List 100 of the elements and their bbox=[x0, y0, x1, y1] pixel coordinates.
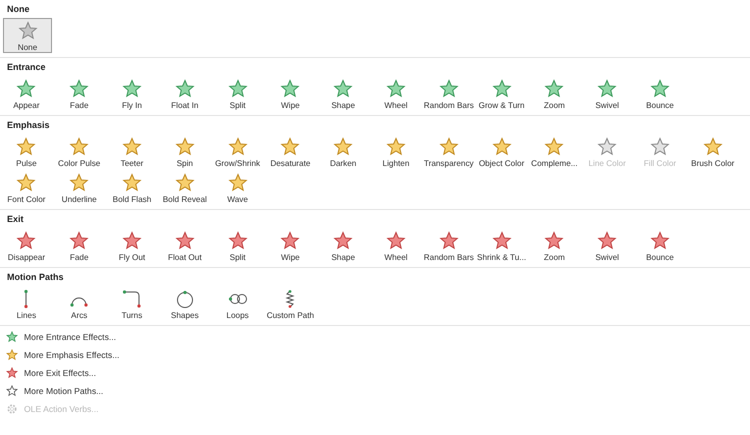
star-icon bbox=[6, 348, 18, 360]
effect-option[interactable]: Custom Path bbox=[264, 286, 317, 321]
star-icon bbox=[280, 137, 300, 157]
effect-option[interactable]: Color Pulse bbox=[52, 134, 106, 169]
effect-option[interactable]: Pulse bbox=[0, 134, 53, 169]
star-icon bbox=[228, 79, 248, 99]
effect-option[interactable]: Underline bbox=[52, 170, 106, 205]
effect-option[interactable]: Loops bbox=[211, 286, 264, 321]
arc-path-icon bbox=[70, 297, 88, 307]
star-icon bbox=[16, 79, 36, 99]
effect-option[interactable]: Zoom bbox=[528, 76, 581, 111]
star-icon bbox=[6, 384, 18, 396]
menu-item[interactable]: More Entrance Effects... bbox=[0, 328, 750, 346]
effect-option[interactable]: Spin bbox=[158, 134, 212, 169]
effect-option[interactable]: Object Color bbox=[475, 134, 528, 169]
effect-option[interactable]: Random Bars bbox=[422, 228, 476, 263]
effect-option[interactable]: Split bbox=[211, 76, 264, 111]
effect-option[interactable]: Fly In bbox=[106, 76, 158, 111]
effect-option[interactable]: Shapes bbox=[158, 286, 212, 321]
effect-option[interactable]: Teeter bbox=[106, 134, 158, 169]
effect-option[interactable]: Appear bbox=[0, 76, 53, 111]
effect-option[interactable]: Transparency bbox=[422, 134, 476, 169]
effect-option[interactable]: Disappear bbox=[0, 228, 53, 263]
star-icon bbox=[544, 137, 564, 157]
effect-option[interactable]: Arcs bbox=[52, 286, 106, 321]
effect-option[interactable]: Wheel bbox=[370, 76, 422, 111]
star-icon bbox=[69, 231, 90, 251]
star-icon bbox=[122, 173, 142, 193]
star-icon bbox=[69, 137, 90, 157]
star-icon bbox=[16, 231, 36, 251]
section-header: Emphasis bbox=[6, 120, 51, 132]
section-header: Motion Paths bbox=[6, 272, 64, 284]
effect-option[interactable]: Fade bbox=[52, 228, 106, 263]
effect-option[interactable]: Shape bbox=[316, 76, 370, 111]
line-path-icon bbox=[24, 289, 28, 309]
effect-option[interactable]: Shrink & Tu... bbox=[475, 228, 528, 263]
star-icon bbox=[650, 79, 670, 99]
section-header: None bbox=[6, 4, 30, 16]
effect-option[interactable]: Bounce bbox=[634, 228, 686, 263]
star-icon bbox=[122, 137, 142, 157]
star-icon bbox=[122, 231, 142, 251]
effect-option[interactable]: Float In bbox=[158, 76, 212, 111]
star-icon bbox=[16, 173, 36, 193]
effect-option[interactable]: Wipe bbox=[264, 76, 317, 111]
section-header: Entrance bbox=[6, 62, 47, 74]
effect-option[interactable]: Font Color bbox=[0, 170, 53, 205]
effect-option[interactable]: Wipe bbox=[264, 228, 317, 263]
star-icon bbox=[69, 79, 90, 99]
star-icon bbox=[650, 137, 670, 157]
circle-path-icon bbox=[174, 289, 195, 309]
effect-option[interactable]: Grow & Turn bbox=[475, 76, 528, 111]
star-icon bbox=[492, 137, 512, 157]
effect-option[interactable]: Brush Color bbox=[686, 134, 740, 169]
effect-option[interactable]: Zoom bbox=[528, 228, 581, 263]
effect-option[interactable]: Float Out bbox=[158, 228, 212, 263]
effect-option[interactable]: Wheel bbox=[370, 228, 422, 263]
menu-item[interactable]: More Emphasis Effects... bbox=[0, 346, 750, 364]
effect-option[interactable]: Turns bbox=[106, 286, 158, 321]
star-icon bbox=[6, 366, 18, 378]
effect-option[interactable]: Lighten bbox=[370, 134, 422, 169]
star-icon bbox=[386, 137, 406, 157]
star-icon bbox=[597, 231, 618, 251]
star-icon bbox=[597, 79, 618, 99]
effect-option[interactable]: Fade bbox=[52, 76, 106, 111]
turn-path-icon bbox=[122, 289, 142, 309]
effect-option[interactable]: Shape bbox=[316, 228, 370, 263]
star-icon bbox=[492, 79, 512, 99]
star-icon bbox=[544, 231, 564, 251]
star-icon bbox=[174, 79, 195, 99]
star-icon bbox=[650, 231, 670, 251]
star-icon bbox=[174, 137, 195, 157]
effect-option[interactable]: Split bbox=[211, 228, 264, 263]
effect-option[interactable]: Bold Reveal bbox=[158, 170, 212, 205]
star-icon bbox=[597, 137, 618, 157]
star-icon bbox=[544, 79, 564, 99]
star-icon bbox=[18, 21, 38, 41]
effect-option[interactable]: Swivel bbox=[580, 76, 634, 111]
star-icon bbox=[16, 137, 36, 157]
effect-option[interactable]: Bold Flash bbox=[106, 170, 158, 205]
star-icon bbox=[6, 330, 18, 342]
effect-option[interactable]: Random Bars bbox=[422, 76, 476, 111]
effect-option[interactable]: Wave bbox=[211, 170, 264, 205]
effect-option[interactable]: Lines bbox=[0, 286, 53, 321]
star-icon bbox=[438, 231, 459, 251]
star-icon bbox=[228, 137, 248, 157]
star-icon bbox=[333, 79, 354, 99]
effect-option[interactable]: Bounce bbox=[634, 76, 686, 111]
menu-item[interactable]: More Motion Paths... bbox=[0, 382, 750, 400]
star-icon bbox=[333, 231, 354, 251]
star-icon bbox=[122, 79, 142, 99]
effect-option[interactable]: None bbox=[3, 18, 52, 53]
star-icon bbox=[174, 173, 195, 193]
effect-option[interactable]: Darken bbox=[316, 134, 370, 169]
effect-option[interactable]: Desaturate bbox=[264, 134, 317, 169]
menu-item[interactable]: More Exit Effects... bbox=[0, 364, 750, 382]
star-icon bbox=[333, 137, 354, 157]
effect-option[interactable]: Fly Out bbox=[106, 228, 158, 263]
effect-option[interactable]: Grow/Shrink bbox=[211, 134, 264, 169]
effect-option[interactable]: Swivel bbox=[580, 228, 634, 263]
effect-option[interactable]: Compleme... bbox=[528, 134, 581, 169]
